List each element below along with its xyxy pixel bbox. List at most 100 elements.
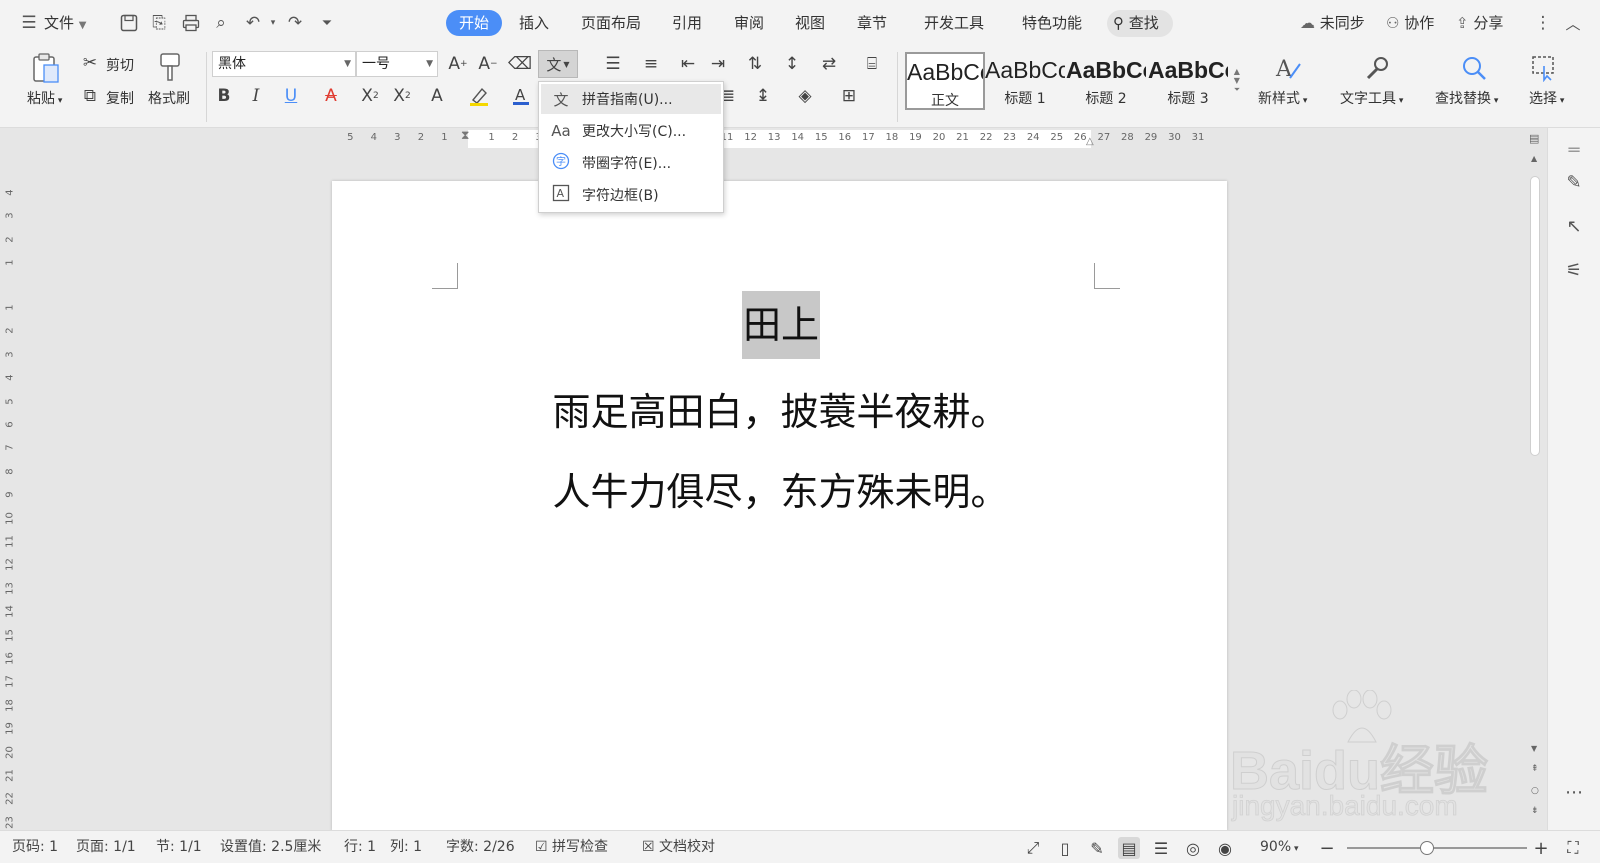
text-direction-icon[interactable]: ⇅ [740,52,770,76]
style-heading-3[interactable]: AaBbCc 标题 3 [1148,52,1228,110]
poem-title[interactable]: 田上 [742,291,821,359]
right-indent-marker-icon[interactable]: △ [1086,136,1094,147]
menu-item-change-case[interactable]: Aa 更改大小写(C)... [541,116,721,146]
font-size-select[interactable]: 一号 ▼ [356,51,438,77]
fullscreen-icon[interactable]: ⤢ [1022,837,1044,859]
text-tools-button[interactable]: 文字工具 ▾ [1340,88,1403,108]
font-color-icon[interactable]: A [506,84,536,108]
pen-icon[interactable]: ✎ [1562,170,1586,194]
scroll-down-icon[interactable]: ▼ [1531,744,1537,753]
increase-indent-icon[interactable]: ⇥ [706,52,730,76]
scrollbar-thumb[interactable] [1530,176,1540,456]
setting-value[interactable]: 设置值: 2.5厘米 [220,831,321,863]
web-view-icon[interactable]: ◎ [1182,837,1204,859]
subscript-icon[interactable]: X2 [390,84,414,108]
decrease-indent-icon[interactable]: ⇤ [676,52,700,76]
file-menu[interactable]: 文件 ▼ [44,0,87,46]
copy-icon[interactable]: ⧉ [80,85,100,107]
italic-icon[interactable]: I [244,84,268,108]
share-button[interactable]: ⇪ 分享 [1456,0,1503,46]
sidebar-handle-icon[interactable]: ═ [1562,138,1586,162]
select-icon[interactable] [1526,50,1562,86]
show-marks-icon[interactable]: ⇄ [814,52,844,76]
next-page-icon[interactable]: ⇟ [1531,806,1539,816]
prev-page-icon[interactable]: ⇞ [1531,764,1539,774]
style-normal[interactable]: AaBbCcD 正文 [905,52,985,110]
tab-view[interactable]: 视图 [795,10,825,36]
horizontal-ruler[interactable]: 5432112345678910111213141516171819202122… [0,128,1530,152]
clear-format-icon[interactable]: ⌫ [508,52,532,76]
eye-protection-icon[interactable]: ◉ [1214,837,1236,859]
menu-item-enclosed-char[interactable]: 字 带圈字符(E)... [541,148,721,178]
numbered-list-icon[interactable]: ≡ [636,52,666,76]
shrink-font-icon[interactable]: A − [476,52,500,76]
fit-page-icon[interactable]: ⛶ [1562,837,1584,859]
indent-marker-icon[interactable]: ⧗ [461,128,469,143]
zoom-in-icon[interactable]: + [1530,837,1552,859]
format-painter-icon[interactable] [152,50,188,86]
style-heading-1[interactable]: AaBbCc 标题 1 [985,52,1065,110]
superscript-icon[interactable]: X2 [358,84,382,108]
page-count[interactable]: 页面: 1/1 [76,831,136,863]
font-name-select[interactable]: 黑体 ▼ [212,51,356,77]
outline-view-icon[interactable]: ☰ [1150,837,1172,859]
cut-button[interactable]: 剪切 [106,55,134,75]
collaborate-button[interactable]: ⚇ 协作 [1386,0,1434,46]
borders-icon[interactable]: ⊞ [834,84,864,108]
pointer-icon[interactable]: ↖ [1562,214,1586,238]
vertical-scrollbar[interactable]: ▤ ▲ ▼ ⇞ ○ ⇟ [1528,128,1542,830]
bold-icon[interactable]: B [212,84,236,108]
paste-icon[interactable] [28,50,64,86]
copy-button[interactable]: 复制 [106,88,134,108]
redo-icon[interactable]: ↷ [284,12,306,34]
bullet-list-icon[interactable]: ☰ [598,52,628,76]
save-icon[interactable] [118,12,140,34]
new-style-icon[interactable]: A [1270,50,1306,86]
print-preview-icon[interactable]: ⌕ [210,12,232,34]
print-icon[interactable] [180,12,202,34]
shading-icon[interactable]: ◈ [790,84,820,108]
spell-check-button[interactable]: ☑ 拼写检查 [535,831,608,863]
tab-special-features[interactable]: 特色功能 [1022,10,1082,36]
select-browse-object-icon[interactable]: ○ [1531,786,1539,796]
zoom-out-icon[interactable]: − [1316,837,1338,859]
reading-mode-icon[interactable]: ▯ [1054,837,1076,859]
tab-home[interactable]: 开始 [446,10,503,36]
pinyin-guide-button[interactable]: 文 ▼ [538,50,578,78]
select-button[interactable]: 选择 ▾ [1529,88,1564,108]
export-pdf-icon[interactable]: ⎘ [148,12,170,34]
undo-dropdown-icon[interactable]: ▾ [262,12,284,34]
find-replace-button[interactable]: 查找替换 ▾ [1435,88,1498,108]
format-painter-button[interactable]: 格式刷 [148,88,190,108]
tab-insert[interactable]: 插入 [519,10,549,36]
menu-item-pinyin-guide[interactable]: 文 拼音指南(U)... [541,84,721,114]
tab-chapter[interactable]: 章节 [857,10,887,36]
underline-icon[interactable]: U [276,84,306,108]
zoom-slider[interactable] [1347,841,1527,855]
doc-proofread-button[interactable]: ☒ 文档校对 [642,831,715,863]
section-indicator[interactable]: 节: 1/1 [156,831,202,863]
line-spacing-icon[interactable]: ↨ [748,84,778,108]
customize-toolbar-icon[interactable]: ⏷ [316,12,338,34]
tab-review[interactable]: 审阅 [734,10,764,36]
edit-mode-icon[interactable]: ✎ [1086,837,1108,859]
more-icon[interactable]: ⋯ [1562,780,1586,804]
page-number[interactable]: 页码: 1 [12,831,58,863]
vertical-ruler[interactable]: 4 3 2 1 1 2 3 4 5 6 7 8 9 10 11 12 13 14 15 16 17 18 19 20 21 22 2… [0,152,20,830]
poem-line-2[interactable]: 人牛力俱尽，东方殊未明。 [332,461,1227,516]
scissors-icon[interactable]: ✂ [80,52,100,74]
zoom-level[interactable]: 90% ▾ [1260,831,1299,863]
poem-line-1[interactable]: 雨足高田白，披蓑半夜耕。 [332,381,1227,436]
document-page[interactable]: 田上 雨足高田白，披蓑半夜耕。 人牛力俱尽，东方殊未明。 [332,181,1227,831]
menu-item-char-border[interactable]: A 字符边框(B) [541,180,721,210]
zoom-slider-thumb[interactable] [1420,841,1434,855]
ruler-toggle-icon[interactable]: ▤ [1529,132,1539,145]
text-effect-icon[interactable]: A [422,84,452,108]
scroll-up-icon[interactable]: ▲ [1531,154,1537,163]
page-view-icon[interactable]: ▤ [1118,837,1140,859]
paste-button[interactable]: 粘贴 ▾ [27,88,62,108]
sliders-icon[interactable]: ⚟ [1562,258,1586,282]
hamburger-menu-icon[interactable]: ☰ [18,12,40,34]
tab-page-layout[interactable]: 页面布局 [581,10,641,36]
search-button[interactable]: ⚲ 查找 [1107,10,1173,37]
